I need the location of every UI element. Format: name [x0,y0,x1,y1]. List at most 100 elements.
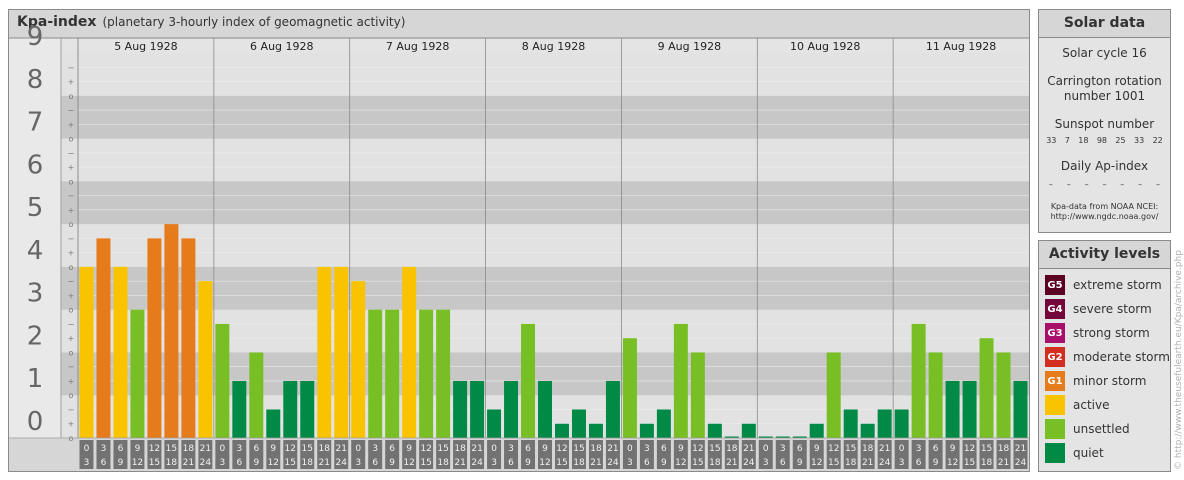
y-minor-tick-label: + [68,334,75,343]
interval-start-label: 15 [709,444,720,454]
y-minor-tick-label: o [69,263,74,272]
ap-value: – [1084,180,1089,189]
interval-end-label: 18 [845,458,857,468]
interval-start-label: 12 [828,444,839,454]
sunspot-values: 33 7 18 98 25 33 22 [1039,136,1170,146]
y-minor-tick-label: − [68,192,75,201]
interval-start-label: 15 [437,444,448,454]
y-minor-tick-label: + [68,291,75,300]
interval-end-label: 3 [627,458,633,468]
y-minor-tick-label: o [69,177,74,186]
kp-bar [317,266,332,438]
legend-label: moderate storm [1073,350,1170,364]
legend-item-g5: G5 extreme storm [1045,275,1162,295]
interval-end-label: 21 [319,458,330,468]
kp-bar [79,266,94,438]
interval-start-label: 18 [319,444,331,454]
interval-start-label: 18 [726,444,738,454]
interval-start-label: 12 [692,444,703,454]
interval-end-label: 12 [403,458,414,468]
kp-bar [470,380,485,438]
day-label: 5 Aug 1928 [114,40,177,53]
legend-swatch-unsettled [1045,419,1065,439]
interval-start-label: 0 [491,444,497,454]
interval-start-label: 0 [627,444,633,454]
y-tick-label: 3 [27,279,44,309]
kp-bar [181,238,196,438]
interval-start-label: 3 [372,444,378,454]
ap-value: – [1066,180,1071,189]
interval-start-label: 21 [1015,444,1026,454]
kp-bar [453,380,468,438]
interval-start-label: 3 [780,444,786,454]
grid-band [9,138,1029,182]
interval-end-label: 18 [437,458,449,468]
y-tick-label: 4 [27,236,44,266]
interval-end-label: 3 [84,458,90,468]
kp-bar [164,224,179,438]
interval-start-label: 3 [101,444,107,454]
y-tick-label: 9 [27,22,44,52]
interval-end-label: 24 [471,458,483,468]
interval-end-label: 15 [285,458,296,468]
kp-bar [504,380,519,438]
y-minor-tick-label: − [68,63,75,72]
credit-link[interactable]: © http://www.theusefulearth.eu/Kpa/archi… [1174,250,1184,470]
kp-bar [826,352,841,438]
legend-label: minor storm [1073,374,1147,388]
interval-end-label: 9 [933,458,939,468]
grid-band [9,181,1029,225]
ap-value: – [1138,180,1143,189]
y-minor-tick-label: o [69,306,74,315]
interval-end-label: 9 [661,458,667,468]
kp-bar [673,323,688,438]
interval-start-label: 6 [661,444,667,454]
kp-bar [809,423,824,438]
interval-start-label: 21 [743,444,754,454]
kp-bar [928,352,943,438]
grid-band [9,53,1029,96]
interval-end-label: 9 [118,458,124,468]
y-minor-tick-label: − [68,405,75,414]
interval-end-label: 21 [590,458,601,468]
y-minor-tick-label: − [68,106,75,115]
legend-swatch-g4: G4 [1045,299,1065,319]
interval-end-label: 3 [899,458,905,468]
interval-start-label: 21 [879,444,890,454]
interval-end-label: 9 [253,458,259,468]
legend-item-quiet: quiet [1045,443,1104,463]
interval-end-label: 12 [947,458,958,468]
day-label: 11 Aug 1928 [926,40,996,53]
interval-end-label: 9 [525,458,531,468]
interval-end-label: 24 [607,458,619,468]
kp-bar [571,409,586,438]
interval-end-label: 21 [998,458,1009,468]
interval-start-label: 6 [797,444,803,454]
kp-bar [911,323,926,438]
kp-bar [1013,380,1028,438]
interval-start-label: 6 [253,444,259,454]
interval-end-label: 24 [200,458,212,468]
kp-bar [419,309,434,438]
sunspot-value: 22 [1152,136,1163,145]
interval-end-label: 18 [302,458,314,468]
ap-value: – [1102,180,1107,189]
interval-end-label: 9 [797,458,803,468]
kp-bar [707,423,722,438]
legend-item-g4: G4 severe storm [1045,299,1152,319]
interval-end-label: 15 [692,458,703,468]
interval-start-label: 18 [862,444,874,454]
y-minor-tick-label: o [69,92,74,101]
day-label: 10 Aug 1928 [790,40,860,53]
kp-bar [656,409,671,438]
data-source-link[interactable]: http://www.ngdc.noaa.gov/ [1039,212,1170,222]
kp-bar [283,380,298,438]
y-tick-label: 7 [27,108,44,138]
y-tick-label: 5 [27,193,44,223]
interval-start-label: 0 [219,444,225,454]
interval-start-label: 9 [814,444,820,454]
sunspot-value: 98 [1096,136,1108,145]
kp-bar [300,380,315,438]
y-minor-tick-label: + [68,163,75,172]
interval-start-label: 0 [899,444,905,454]
